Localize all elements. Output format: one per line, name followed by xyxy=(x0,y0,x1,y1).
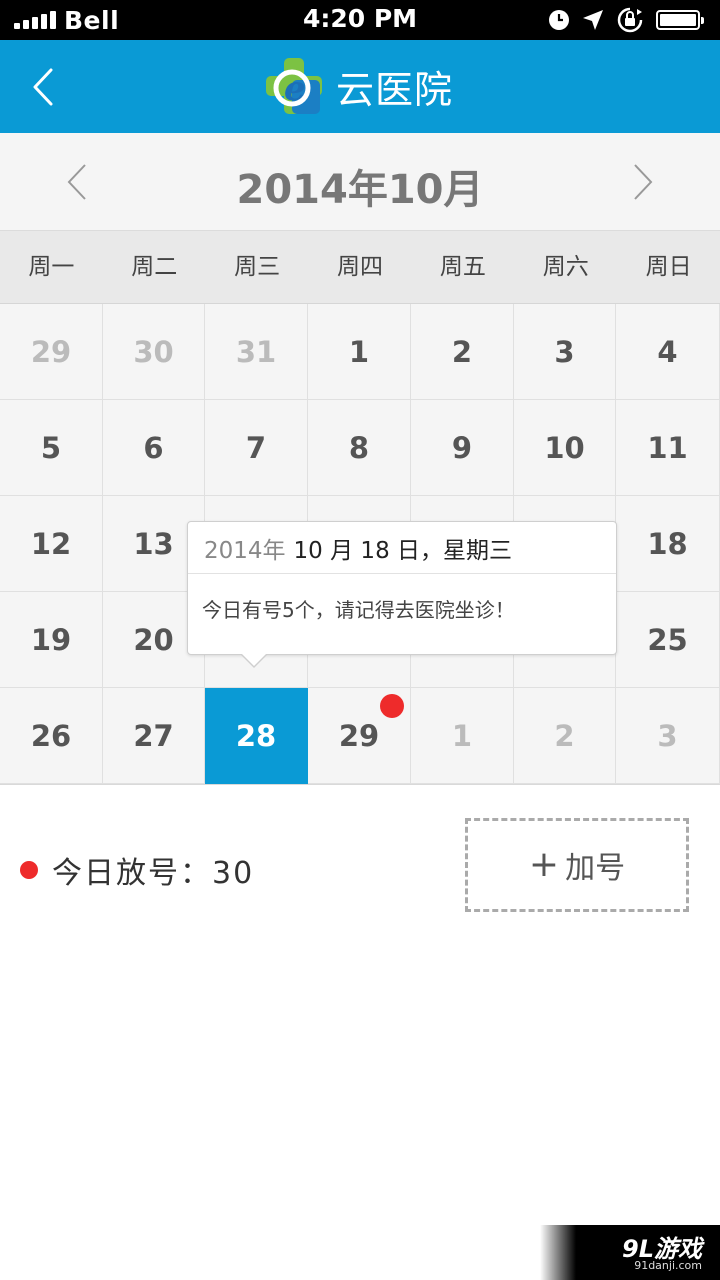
calendar-day[interactable]: 25 xyxy=(616,592,720,688)
weekday-label: 周五 xyxy=(439,254,486,280)
day-number: 3 xyxy=(657,718,678,753)
day-number: 3 xyxy=(554,334,575,369)
day-number: 2 xyxy=(554,718,575,753)
calendar-day[interactable]: 3 xyxy=(514,304,616,400)
day-number: 11 xyxy=(647,430,688,465)
alarm-clock-icon xyxy=(548,9,570,31)
calendar-day[interactable]: 1 xyxy=(411,688,514,784)
day-number: 7 xyxy=(245,430,267,465)
plus-icon: + xyxy=(528,844,560,885)
day-number: 31 xyxy=(235,334,277,369)
day-number: 8 xyxy=(348,430,370,465)
day-number: 27 xyxy=(133,718,174,753)
next-month-button[interactable] xyxy=(618,157,668,207)
day-number: 4 xyxy=(657,334,678,369)
battery-icon xyxy=(656,10,704,30)
calendar-day[interactable]: 18 xyxy=(616,496,720,592)
day-number: 5 xyxy=(40,430,62,465)
day-number: 20 xyxy=(133,622,174,657)
cloud-hospital-logo: e xyxy=(266,58,322,114)
popover-year: 2014年 xyxy=(204,537,286,564)
day-number: 10 xyxy=(544,430,585,465)
location-arrow-icon xyxy=(582,9,604,31)
calendar-day[interactable]: 4 xyxy=(616,304,720,400)
weekday-label: 周三 xyxy=(234,254,281,280)
calendar-day[interactable]: 2 xyxy=(514,688,616,784)
day-info-popover: 2014年 10 月 18 日，星期三 今日有号5个，请记得去医院坐诊！ xyxy=(187,521,617,668)
day-number: 13 xyxy=(133,526,174,561)
day-number: 26 xyxy=(30,718,72,753)
watermark-url: 91danji.com xyxy=(634,1259,702,1272)
calendar-day[interactable]: 27 xyxy=(103,688,205,784)
nav-bar: e 云医院 xyxy=(0,40,720,133)
popover-message: 今日有号5个，请记得去医院坐诊！ xyxy=(202,598,515,622)
calendar-day[interactable]: 5 xyxy=(0,400,103,496)
status-bar: Bell 4:20 PM xyxy=(0,0,720,40)
day-number: 19 xyxy=(30,622,72,657)
calendar-day[interactable]: 29 xyxy=(308,688,411,784)
calendar-day[interactable]: 6 xyxy=(103,400,205,496)
day-number: 9 xyxy=(451,430,473,465)
slots-legend: 今日放号：30 xyxy=(20,850,255,891)
page-title: 云医院 xyxy=(336,67,454,112)
day-number: 28 xyxy=(235,718,277,753)
popover-header: 2014年 10 月 18 日，星期三 xyxy=(188,522,616,574)
add-slot-label: 加号 xyxy=(565,851,626,886)
day-number: 1 xyxy=(451,718,473,753)
calendar-day[interactable]: 1 xyxy=(308,304,411,400)
nav-brand: e 云医院 xyxy=(262,54,453,118)
calendar-day[interactable]: 7 xyxy=(205,400,308,496)
site-watermark: 9L游戏 91danji.com xyxy=(540,1225,720,1280)
day-number: 1 xyxy=(348,334,370,369)
calendar-day[interactable]: 9 xyxy=(411,400,514,496)
weekday-label: 周二 xyxy=(131,254,178,280)
calendar-day[interactable]: 19 xyxy=(0,592,103,688)
app-screen: Bell 4:20 PM e 云医院 2014年10月 周一 周二 周三 周四 … xyxy=(0,0,720,1280)
chevron-left-icon xyxy=(33,68,53,106)
calendar-day[interactable]: 12 xyxy=(0,496,103,592)
day-number: 2 xyxy=(451,334,473,369)
calendar-day[interactable]: 31 xyxy=(205,304,308,400)
month-title: 2014年10月 xyxy=(236,167,484,213)
calendar-day[interactable]: 10 xyxy=(514,400,616,496)
calendar-day[interactable]: 11 xyxy=(616,400,720,496)
day-number: 18 xyxy=(647,526,688,561)
red-dot-icon xyxy=(380,694,404,718)
slots-today-text: 今日放号：30 xyxy=(52,856,255,891)
day-number: 12 xyxy=(30,526,72,561)
logo-letter: e xyxy=(284,69,306,109)
calendar-day[interactable]: 30 xyxy=(103,304,205,400)
weekday-label: 周日 xyxy=(645,254,692,280)
rotation-lock-icon xyxy=(616,6,644,34)
calendar-day[interactable]: 26 xyxy=(0,688,103,784)
day-number: 25 xyxy=(647,622,688,657)
calendar-day[interactable]: 3 xyxy=(616,688,720,784)
calendar-day[interactable]: 29 xyxy=(0,304,103,400)
calendar-day[interactable]: 8 xyxy=(308,400,411,496)
chevron-right-icon xyxy=(634,164,653,200)
weekday-label: 周一 xyxy=(28,254,75,280)
calendar-day-selected[interactable]: 28 xyxy=(205,688,308,784)
popover-date: 10 月 18 日，星期三 xyxy=(293,537,513,564)
month-header: 2014年10月 xyxy=(0,133,720,231)
day-number: 30 xyxy=(133,334,174,369)
add-slot-button[interactable]: + 加号 xyxy=(465,818,689,912)
calendar-day[interactable]: 2 xyxy=(411,304,514,400)
day-number: 29 xyxy=(338,718,380,753)
back-button[interactable] xyxy=(18,62,68,112)
red-dot-icon xyxy=(20,861,38,879)
day-number: 6 xyxy=(143,430,164,465)
day-number: 29 xyxy=(30,334,72,369)
weekday-header-row: 周一 周二 周三 周四 周五 周六 周日 xyxy=(0,231,720,304)
weekday-label: 周六 xyxy=(542,254,589,280)
weekday-label: 周四 xyxy=(337,254,383,280)
status-right xyxy=(548,6,704,34)
